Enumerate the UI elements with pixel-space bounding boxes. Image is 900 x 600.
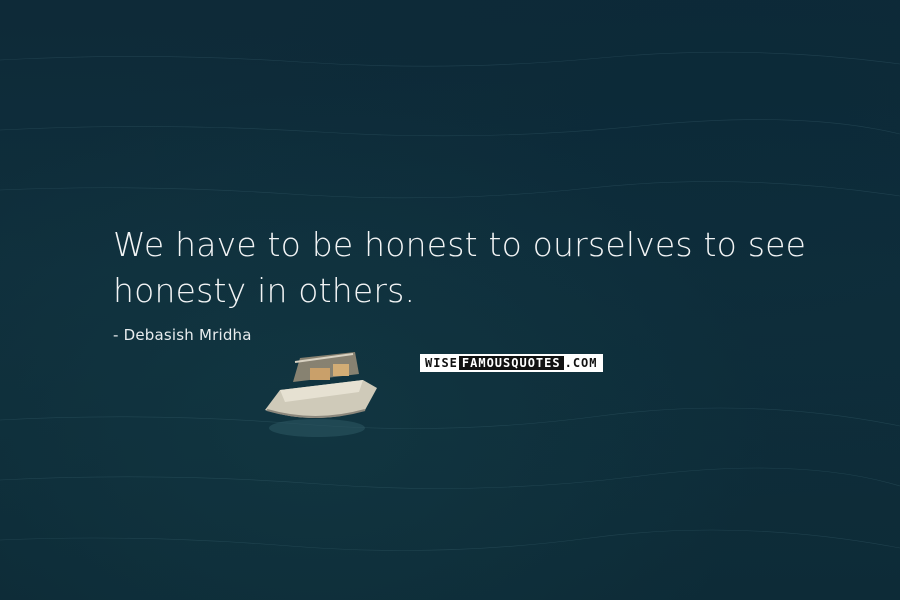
logo-part-wise: WISE: [424, 356, 459, 370]
quote-text: We have to be honest to ourselves to see…: [113, 225, 807, 310]
wisefamousquotes-logo: WISE FAMOUSQUOTES .COM: [420, 354, 603, 372]
motorboat-illustration: [265, 352, 377, 437]
ocean-background: We have to be honest to ourselves to see…: [0, 0, 900, 600]
logo-part-com: .COM: [564, 356, 598, 370]
logo-part-famousquotes: FAMOUSQUOTES: [458, 356, 564, 370]
quote-author: - Debasish Mridha: [113, 326, 252, 344]
